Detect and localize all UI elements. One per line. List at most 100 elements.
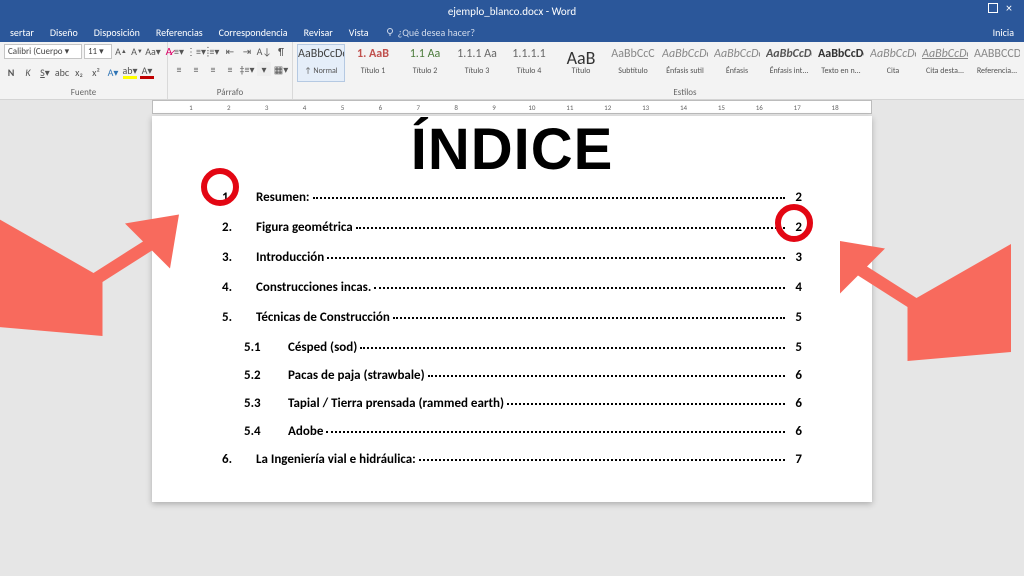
toc-number: 1. — [222, 190, 256, 205]
numbering-icon[interactable]: ⋮≡▾ — [189, 44, 203, 58]
toc-entry: 1.Resumen:2 — [222, 190, 802, 205]
toc-number: 5.1 — [244, 340, 288, 355]
style-tile-0[interactable]: AaBbCcDc↑ Normal — [297, 44, 345, 82]
tell-me-placeholder: ¿Qué desea hacer? — [398, 26, 475, 39]
change-case-icon[interactable]: Aa▾ — [146, 44, 160, 58]
toc-leader — [326, 431, 785, 433]
justify-icon[interactable]: ≡ — [223, 62, 237, 76]
toc-number: 3. — [222, 250, 256, 265]
shading-icon[interactable]: ▾ — [257, 62, 271, 76]
superscript-icon[interactable]: x² — [89, 65, 103, 79]
style-tile-8[interactable]: AaBbCcDcÉnfasis — [713, 44, 761, 82]
toc-entry: 5.3Tapial / Tierra prensada (rammed eart… — [222, 396, 802, 411]
multilevel-icon[interactable]: ⁞≡▾ — [206, 44, 220, 58]
style-tile-5[interactable]: AaBTítulo — [557, 44, 605, 82]
document-page[interactable]: ÍNDICE 1.Resumen:2 2.Figura geométrica 2 3.… — [152, 116, 872, 502]
tab-referencias[interactable]: Referencias — [148, 22, 211, 43]
toc-page: 6 — [788, 368, 802, 383]
toc-page: 5 — [788, 310, 802, 325]
lightbulb-icon — [385, 27, 395, 37]
subscript-icon[interactable]: x₂ — [72, 65, 86, 79]
toc-page: 4 — [788, 280, 802, 295]
line-spacing-icon[interactable]: ‡≡▾ — [240, 62, 254, 76]
horizontal-ruler[interactable]: 123456789101112131415161718 — [152, 100, 872, 114]
tab-vista[interactable]: Vista — [341, 22, 377, 43]
toc-leader — [356, 227, 785, 229]
toc-page: 7 — [788, 452, 802, 467]
highlight-icon[interactable]: ab▾ — [123, 65, 137, 79]
toc-number: 5.2 — [244, 368, 288, 383]
toc-leader — [327, 257, 785, 259]
style-tile-13[interactable]: AABBCCDCReferencia... — [973, 44, 1021, 82]
font-name-select[interactable]: Calibri (Cuerpo▾ — [4, 44, 82, 59]
style-tile-10[interactable]: AaBbCcDcTexto en n... — [817, 44, 865, 82]
toc-page: 5 — [788, 340, 802, 355]
toc-entry: 5.2Pacas de paja (strawbale) 6 — [222, 368, 802, 383]
style-tile-9[interactable]: AaBbCcDcÉnfasis int... — [765, 44, 813, 82]
close-icon[interactable]: × — [998, 0, 1020, 18]
align-right-icon[interactable]: ≡ — [206, 62, 220, 76]
indent-icon[interactable]: ⇥ — [240, 44, 254, 58]
style-tile-6[interactable]: AaBbCcCSubtítulo — [609, 44, 657, 82]
grow-font-icon[interactable]: A▲ — [114, 44, 128, 58]
group-estilos: AaBbCcDc↑ Normal1. AaBTítulo 11.1 AaTítu… — [293, 42, 1024, 99]
style-tile-4[interactable]: 1.1.1.1Título 4 — [505, 44, 553, 82]
toc-leader — [374, 287, 785, 289]
toc-page: 6 — [788, 424, 802, 439]
workspace: ÍNDICE 1.Resumen:2 2.Figura geométrica 2 3.… — [0, 114, 1024, 502]
maximize-icon[interactable] — [988, 3, 998, 13]
styles-gallery[interactable]: AaBbCcDc↑ Normal1. AaBTítulo 11.1 AaTítu… — [297, 44, 1024, 86]
shrink-font-icon[interactable]: A▼ — [130, 44, 144, 58]
text-effects-icon[interactable]: A▾ — [106, 65, 120, 79]
toc-page: 2 — [788, 220, 802, 235]
toc-leader — [507, 403, 785, 405]
font-size-select[interactable]: 11▾ — [84, 44, 112, 59]
underline-icon[interactable]: S▾ — [38, 65, 52, 79]
group-label-parrafo: Párrafo — [172, 86, 288, 99]
tab-diseno[interactable]: Diseño — [42, 22, 86, 43]
toc-text: Construcciones incas. — [256, 280, 371, 295]
style-tile-2[interactable]: 1.1 AaTítulo 2 — [401, 44, 449, 82]
title-bar: ejemplo_blanco.docx - Word × — [0, 0, 1024, 22]
strike-icon[interactable]: abc — [55, 65, 69, 79]
style-tile-3[interactable]: 1.1.1 AaTítulo 3 — [453, 44, 501, 82]
tell-me-search[interactable]: ¿Qué desea hacer? — [385, 26, 475, 39]
font-name-value: Calibri (Cuerpo — [8, 46, 63, 57]
style-tile-11[interactable]: AaBbCcDcCita — [869, 44, 917, 82]
toc-text: Adobe — [288, 424, 323, 439]
tab-insertar[interactable]: sertar — [2, 22, 42, 43]
italic-icon[interactable]: K — [21, 65, 35, 79]
toc-entry: 2.Figura geométrica 2 — [222, 220, 802, 235]
align-center-icon[interactable]: ≡ — [189, 62, 203, 76]
sort-icon[interactable]: A↓ — [257, 44, 271, 58]
tab-revisar[interactable]: Revisar — [296, 22, 341, 43]
font-color-icon[interactable]: A▾ — [140, 65, 154, 79]
toc-number: 2. — [222, 220, 256, 235]
align-left-icon[interactable]: ≡ — [172, 62, 186, 76]
toc-text: Pacas de paja (strawbale) — [288, 368, 425, 383]
bullets-icon[interactable]: ≡▾ — [172, 44, 186, 58]
toc-page: 6 — [788, 396, 802, 411]
group-label-fuente: Fuente — [4, 86, 163, 99]
group-label-estilos: Estilos — [297, 86, 1024, 99]
toc-number: 4. — [222, 280, 256, 295]
tab-disposicion[interactable]: Disposición — [86, 22, 148, 43]
table-of-contents: 1.Resumen:2 2.Figura geométrica 2 3.Introdu… — [222, 190, 802, 467]
page-title: ÍNDICE — [222, 116, 802, 183]
style-tile-12[interactable]: AaBbCcDcCita desta... — [921, 44, 969, 82]
toc-text: Figura geométrica — [256, 220, 353, 235]
outdent-icon[interactable]: ⇤ — [223, 44, 237, 58]
borders-icon[interactable]: ▦▾ — [274, 62, 288, 76]
toc-number: 5.4 — [244, 424, 288, 439]
tab-correspondencia[interactable]: Correspondencia — [211, 22, 296, 43]
ribbon-tabs: sertar Diseño Disposición Referencias Co… — [0, 22, 1024, 42]
style-tile-1[interactable]: 1. AaBTítulo 1 — [349, 44, 397, 82]
style-tile-7[interactable]: AaBbCcDcÉnfasis sutil — [661, 44, 709, 82]
bold-icon[interactable]: N — [4, 65, 18, 79]
toc-number: 5. — [222, 310, 256, 325]
ruler-area: 123456789101112131415161718 — [0, 100, 1024, 114]
sign-in-link[interactable]: Inicia — [993, 26, 1014, 39]
toc-text: La Ingeniería vial e hidráulica: — [256, 452, 416, 467]
show-marks-icon[interactable]: ¶ — [274, 44, 288, 58]
toc-entry: 3.Introducción3 — [222, 250, 802, 265]
